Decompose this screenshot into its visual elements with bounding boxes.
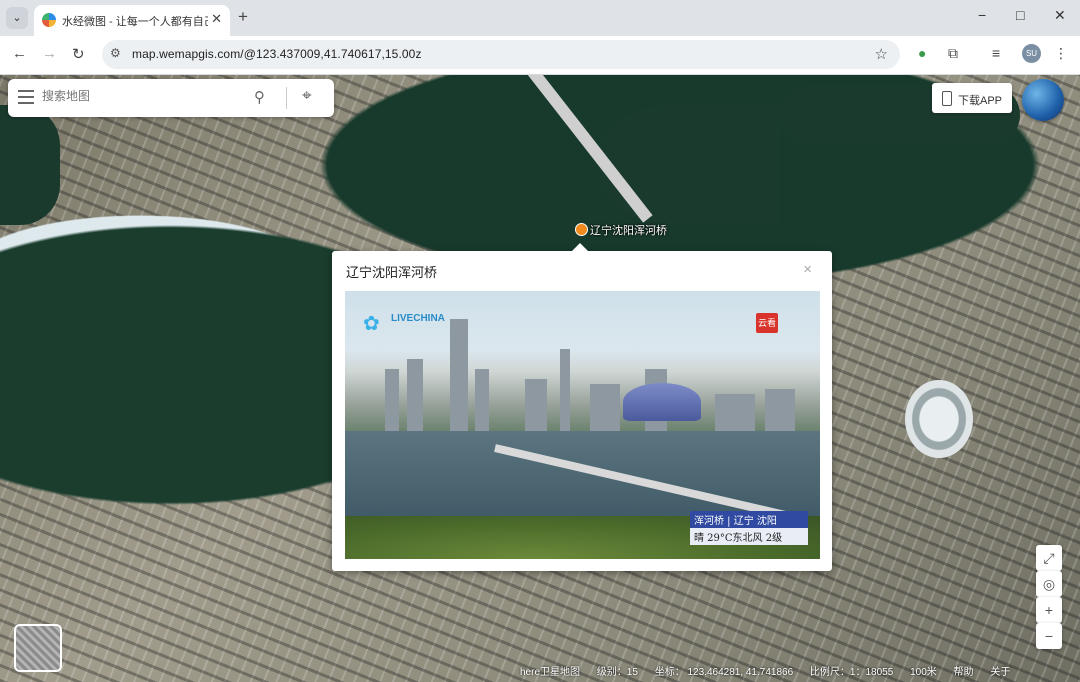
map-marker-icon[interactable]: [575, 223, 588, 236]
zoom-level: 级别：15: [596, 667, 638, 678]
browser-tab[interactable]: 水经微图 - 让每一个人都有自己的地图 ✕: [34, 5, 230, 36]
location-pin-icon[interactable]: ⌖: [302, 86, 312, 106]
search-input[interactable]: [40, 88, 254, 104]
stadium: [905, 380, 973, 458]
map-source: here卫星地图: [520, 667, 581, 678]
dome-building: [623, 383, 701, 421]
live-camera-view[interactable]: ✿ LIVECHINA 云看 浑河桥 | 辽宁 沈阳 晴 29°C东北风 2级: [345, 291, 820, 559]
tab-close-icon[interactable]: ✕: [211, 11, 222, 27]
new-tab-button[interactable]: +: [238, 7, 248, 27]
download-label: 下载APP: [958, 95, 1003, 107]
forward-arrow-icon[interactable]: →: [42, 45, 57, 62]
scale-bar: 100米: [910, 667, 937, 678]
livechina-logo-icon: ✿: [363, 313, 380, 335]
caption-weather: 晴 29°C东北风 2级: [690, 528, 808, 545]
tab-title: 水经微图 - 让每一个人都有自己的地图: [62, 16, 208, 28]
search-box: ⚲ ⌖: [8, 79, 334, 117]
tab-list-button[interactable]: ⌄: [6, 7, 28, 29]
address-bar[interactable]: ⚙ map.wemapgis.com/@123.437009,41.740617…: [102, 40, 900, 69]
minimize-button[interactable]: −: [978, 7, 986, 23]
layer-switcher-thumbnail[interactable]: [14, 624, 62, 672]
map-scale: 比例尺：1：18055: [809, 667, 894, 678]
browser-tabbar: ⌄ 水经微图 - 让每一个人都有自己的地图 ✕ + − □ ✕: [0, 0, 1080, 36]
river-area: [0, 105, 60, 225]
reload-icon[interactable]: ↻: [72, 45, 85, 63]
caption-location: 浑河桥 | 辽宁 沈阳: [690, 511, 808, 528]
marker-label[interactable]: 辽宁沈阳浑河桥: [590, 222, 667, 238]
download-app-button[interactable]: 下载APP: [932, 83, 1012, 113]
cursor-coordinates: 坐标： 123.464281, 41.741866: [654, 667, 794, 678]
satellite-map[interactable]: ⚲ ⌖ 下载APP 辽宁沈阳浑河桥 辽宁沈阳浑河桥 × ✿ L: [0, 75, 1080, 682]
broadcaster-badge: 云看: [756, 313, 778, 333]
skyline-building: [450, 319, 468, 439]
close-window-button[interactable]: ✕: [1054, 7, 1066, 24]
skyline-building: [407, 359, 423, 439]
bookmark-star-icon[interactable]: ☆: [875, 45, 888, 63]
my-location-icon[interactable]: ◎: [1036, 571, 1062, 597]
fullscreen-icon[interactable]: ⤢: [1036, 545, 1062, 571]
search-icon[interactable]: ⚲: [254, 88, 265, 106]
extensions-puzzle-icon[interactable]: ⧉: [948, 45, 958, 62]
info-popup: 辽宁沈阳浑河桥 × ✿ LIVECHINA 云看 浑河桥 | 辽宁 沈阳 晴 2…: [332, 243, 832, 571]
zoom-in-button[interactable]: +: [1036, 597, 1062, 623]
popup-caret: [572, 243, 588, 251]
more-menu-icon[interactable]: ⋮: [1054, 45, 1068, 62]
media-control-icon[interactable]: ≡: [992, 45, 1000, 61]
menu-icon[interactable]: [18, 90, 34, 104]
extension-globe-icon[interactable]: ●: [918, 45, 926, 61]
camera-logo-text: LIVECHINA: [391, 313, 445, 324]
skyline-building: [560, 349, 570, 439]
skyline-building: [475, 369, 489, 439]
skyline-building: [525, 379, 547, 439]
browser-toolbar: ← → ↻ ⚙ map.wemapgis.com/@123.437009,41.…: [0, 36, 1080, 75]
back-arrow-icon[interactable]: ←: [12, 45, 27, 62]
weather-caption: 浑河桥 | 辽宁 沈阳 晴 29°C东北风 2级: [690, 511, 808, 545]
maximize-button[interactable]: □: [1016, 7, 1024, 23]
close-icon[interactable]: ×: [803, 261, 812, 278]
help-link[interactable]: 帮助: [954, 667, 974, 678]
zoom-out-button[interactable]: −: [1036, 623, 1062, 649]
skyline-building: [385, 369, 399, 439]
url-text[interactable]: map.wemapgis.com/@123.437009,41.740617,1…: [132, 47, 422, 61]
popup-title: 辽宁沈阳浑河桥: [346, 265, 438, 280]
about-link[interactable]: 关于: [990, 667, 1010, 678]
phone-icon: [942, 91, 952, 106]
site-info-icon[interactable]: ⚙: [110, 46, 121, 60]
profile-avatar[interactable]: SU: [1022, 44, 1041, 63]
divider: [286, 87, 287, 109]
globe-icon[interactable]: [1022, 79, 1064, 121]
site-favicon-icon: [42, 13, 56, 27]
river-area: [600, 105, 780, 225]
map-status-bar: here卫星地图 级别：15 坐标： 123.464281, 41.741866…: [520, 663, 1080, 682]
